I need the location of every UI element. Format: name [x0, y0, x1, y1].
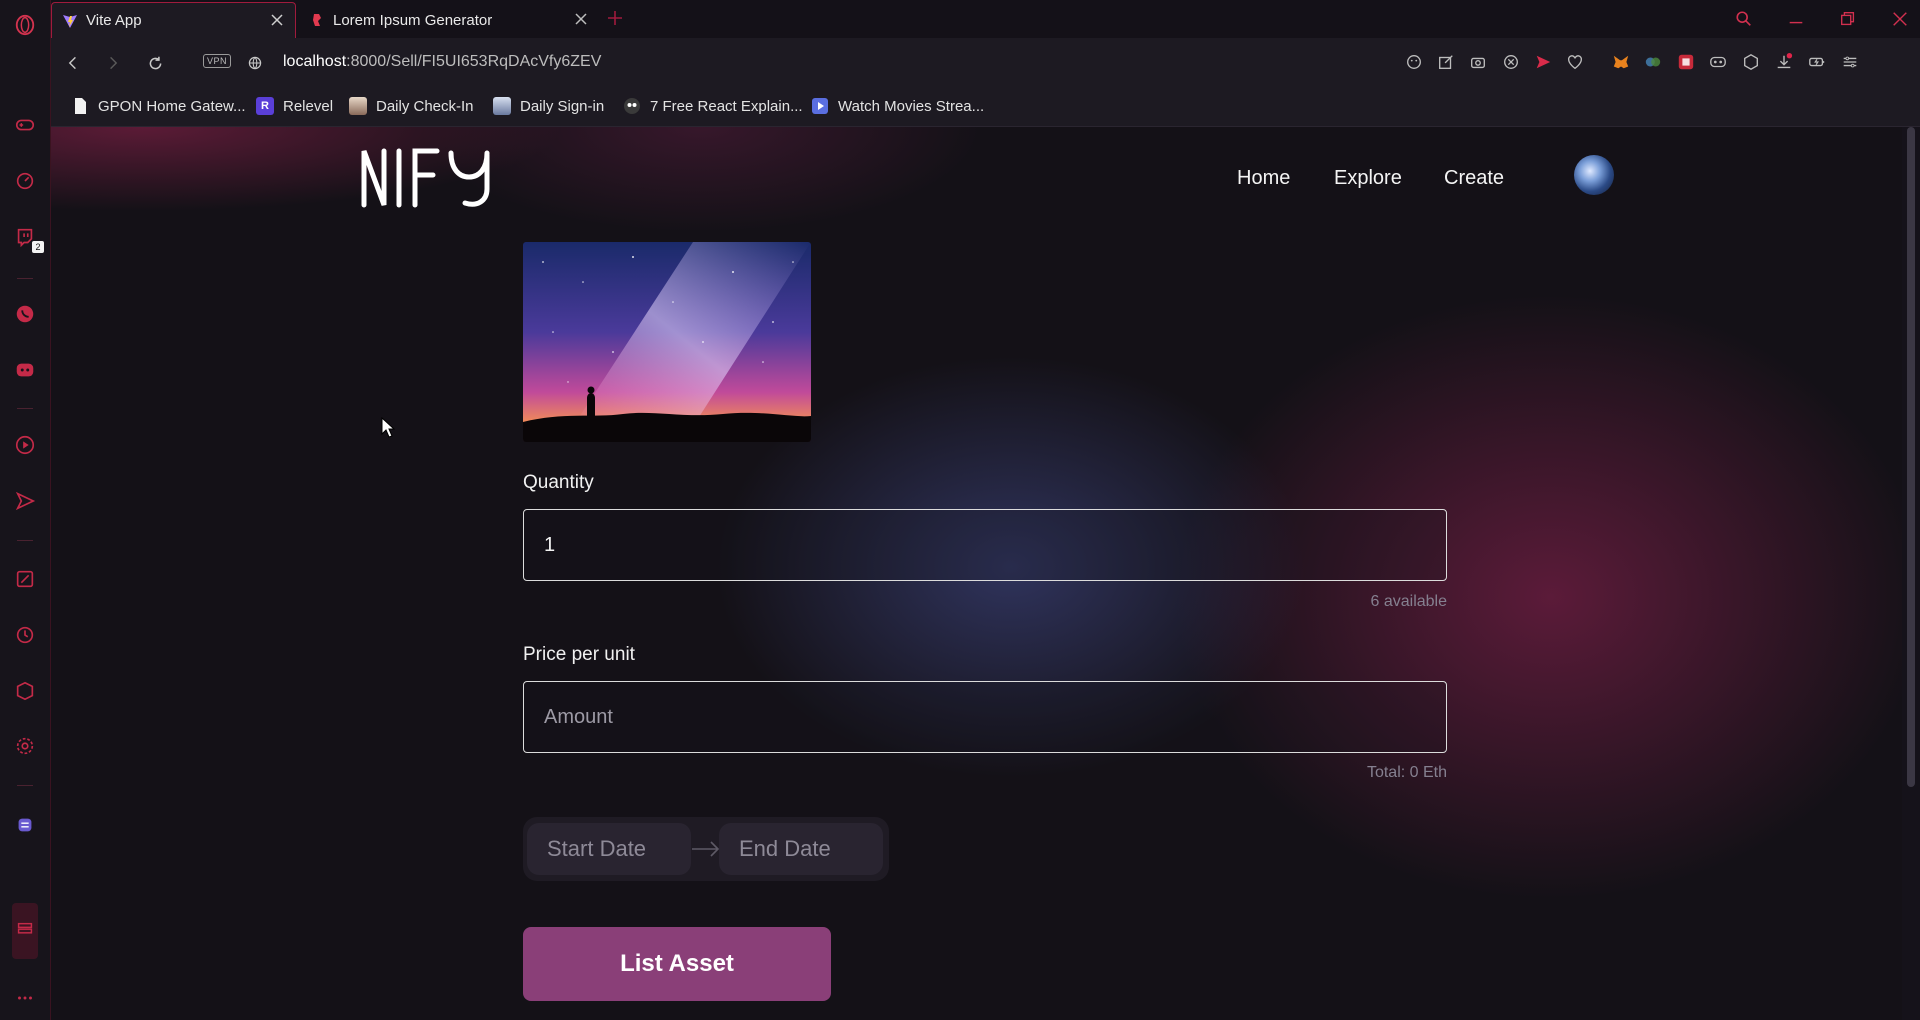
sidebar-divider [17, 785, 33, 786]
opera-logo-icon[interactable] [12, 12, 38, 38]
address-bar: VPN localhost:8000/Sell/FI5UI653RqDAcVfy… [51, 38, 1920, 88]
bookmark-label: Watch Movies Strea... [838, 97, 985, 115]
url-path: :8000/Sell/FI5UI653RqDAcVfy6ZEV [346, 53, 602, 70]
scrollbar-thumb[interactable] [1907, 127, 1915, 787]
nav-home-link[interactable]: Home [1237, 167, 1290, 190]
gamepad-icon[interactable] [12, 112, 38, 138]
nav-create-link[interactable]: Create [1444, 167, 1504, 190]
play-icon [812, 98, 828, 114]
bookmark-label: Daily Sign-in [520, 97, 605, 115]
bookmark-relevel[interactable]: R Relevel [256, 97, 333, 115]
price-label: Price per unit [523, 644, 635, 665]
end-date-input[interactable]: End Date [719, 823, 883, 875]
available-count: 6 available [1370, 593, 1448, 610]
lorem-favicon-icon [313, 14, 321, 26]
extensions-cube-icon[interactable] [1740, 51, 1762, 73]
forward-icon[interactable] [101, 51, 125, 75]
history-icon[interactable] [12, 622, 38, 648]
quantity-field-wrapper [523, 509, 1447, 581]
sidebar-divider [17, 278, 33, 279]
page-icon [75, 98, 86, 114]
pinboard-icon[interactable] [12, 566, 38, 592]
anime-avatar-icon [493, 97, 511, 115]
date-range-picker: Start Date End Date [523, 817, 889, 881]
bookmark-react-explain[interactable]: 7 Free React Explain... [623, 97, 803, 115]
minimize-icon[interactable] [1783, 6, 1809, 32]
bookmark-gpon[interactable]: GPON Home Gatew... [71, 97, 246, 115]
tab-lorem-ipsum[interactable]: Lorem Ipsum Generator [299, 2, 599, 38]
restore-icon[interactable] [1835, 6, 1861, 32]
bookmark-label: Daily Check-In [376, 97, 474, 115]
bookmark-watch-movies[interactable]: Watch Movies Strea... [811, 97, 984, 115]
bookmark-daily-check-in[interactable]: Daily Check-In [349, 97, 474, 115]
tab-label: Lorem Ipsum Generator [333, 11, 493, 29]
start-date-input[interactable]: Start Date [527, 823, 691, 875]
metamask-fox-icon[interactable] [1610, 51, 1632, 73]
pinboard-edit-icon[interactable] [1435, 51, 1457, 73]
heart-icon[interactable] [1564, 51, 1586, 73]
game-extension-icon[interactable] [1707, 51, 1729, 73]
arrow-right-icon [692, 841, 720, 857]
bookmark-daily-sign-in[interactable]: Daily Sign-in [493, 97, 604, 115]
more-dots-icon[interactable] [12, 985, 38, 1011]
anime-avatar-icon [349, 97, 367, 115]
tab-strip: Vite App Lorem Ipsum Generator [51, 0, 1920, 38]
reload-icon[interactable] [143, 51, 167, 75]
ublock-extension-icon[interactable] [1675, 51, 1697, 73]
speedometer-icon[interactable] [12, 168, 38, 194]
emoji-icon[interactable] [1403, 51, 1425, 73]
mouse-cursor-icon [381, 417, 395, 438]
vpn-badge[interactable]: VPN [203, 54, 232, 68]
search-tabs-icon[interactable] [1731, 6, 1757, 32]
sidebar-divider [17, 408, 33, 409]
nifty-logo[interactable] [359, 145, 519, 209]
list-asset-button[interactable]: List Asset [523, 927, 831, 1001]
total-price: Total: 0 Eth [1366, 764, 1447, 781]
player-icon[interactable] [12, 432, 38, 458]
page-viewport: Home Explore Create Quantity 1 6 availab… [51, 127, 1902, 1020]
nav-explore-link[interactable]: Explore [1334, 167, 1402, 190]
wallet-extension-icon[interactable] [1642, 51, 1664, 73]
nft-preview-image [523, 242, 811, 442]
workspace-icon[interactable] [12, 812, 38, 838]
close-tab-icon[interactable] [573, 11, 589, 27]
price-field-wrapper [523, 681, 1447, 753]
downloads-icon[interactable] [1773, 51, 1795, 73]
bookmark-label: 7 Free React Explain... [650, 97, 803, 115]
discord-icon[interactable] [12, 357, 38, 383]
camera-icon[interactable] [1467, 51, 1489, 73]
twitch-badge: 2 [32, 241, 44, 253]
tab-label: Vite App [86, 12, 142, 29]
block-ads-icon[interactable] [1500, 51, 1522, 73]
quantity-label: Quantity [523, 472, 594, 493]
battery-saver-icon[interactable] [1806, 51, 1828, 73]
sidebar-divider [17, 540, 33, 541]
page-scrollbar[interactable] [1902, 127, 1920, 1020]
bookmark-label: GPON Home Gatew... [98, 97, 246, 115]
back-icon[interactable] [61, 51, 85, 75]
close-tab-icon[interactable] [269, 12, 285, 28]
browser-sidebar: 2 [0, 0, 51, 1020]
extensions-cube-icon[interactable] [12, 678, 38, 704]
quantity-input[interactable] [524, 510, 1446, 580]
relevel-icon: R [256, 97, 274, 115]
new-tab-icon[interactable] [605, 8, 625, 28]
user-avatar[interactable] [1574, 155, 1614, 195]
whatsapp-icon[interactable] [12, 301, 38, 327]
vite-logo-icon [63, 14, 77, 28]
easy-setup-icon[interactable] [1839, 51, 1861, 73]
send-icon[interactable] [12, 488, 38, 514]
bookmark-label: Relevel [283, 97, 334, 115]
close-window-icon[interactable] [1887, 6, 1913, 32]
site-info-globe-icon[interactable] [243, 51, 267, 75]
bookmarks-bar: GPON Home Gatew... R Relevel Daily Check… [51, 88, 1920, 127]
url-host: localhost [283, 53, 347, 70]
flow-send-icon[interactable] [1532, 51, 1554, 73]
owl-icon [624, 98, 640, 114]
settings-gear-icon[interactable] [12, 733, 38, 759]
sidebar-panel-icon[interactable] [12, 903, 38, 959]
tab-vite-app[interactable]: Vite App [51, 2, 296, 38]
url-field[interactable]: localhost:8000/Sell/FI5UI653RqDAcVfy6ZEV [283, 53, 601, 71]
price-input[interactable] [524, 682, 1446, 752]
